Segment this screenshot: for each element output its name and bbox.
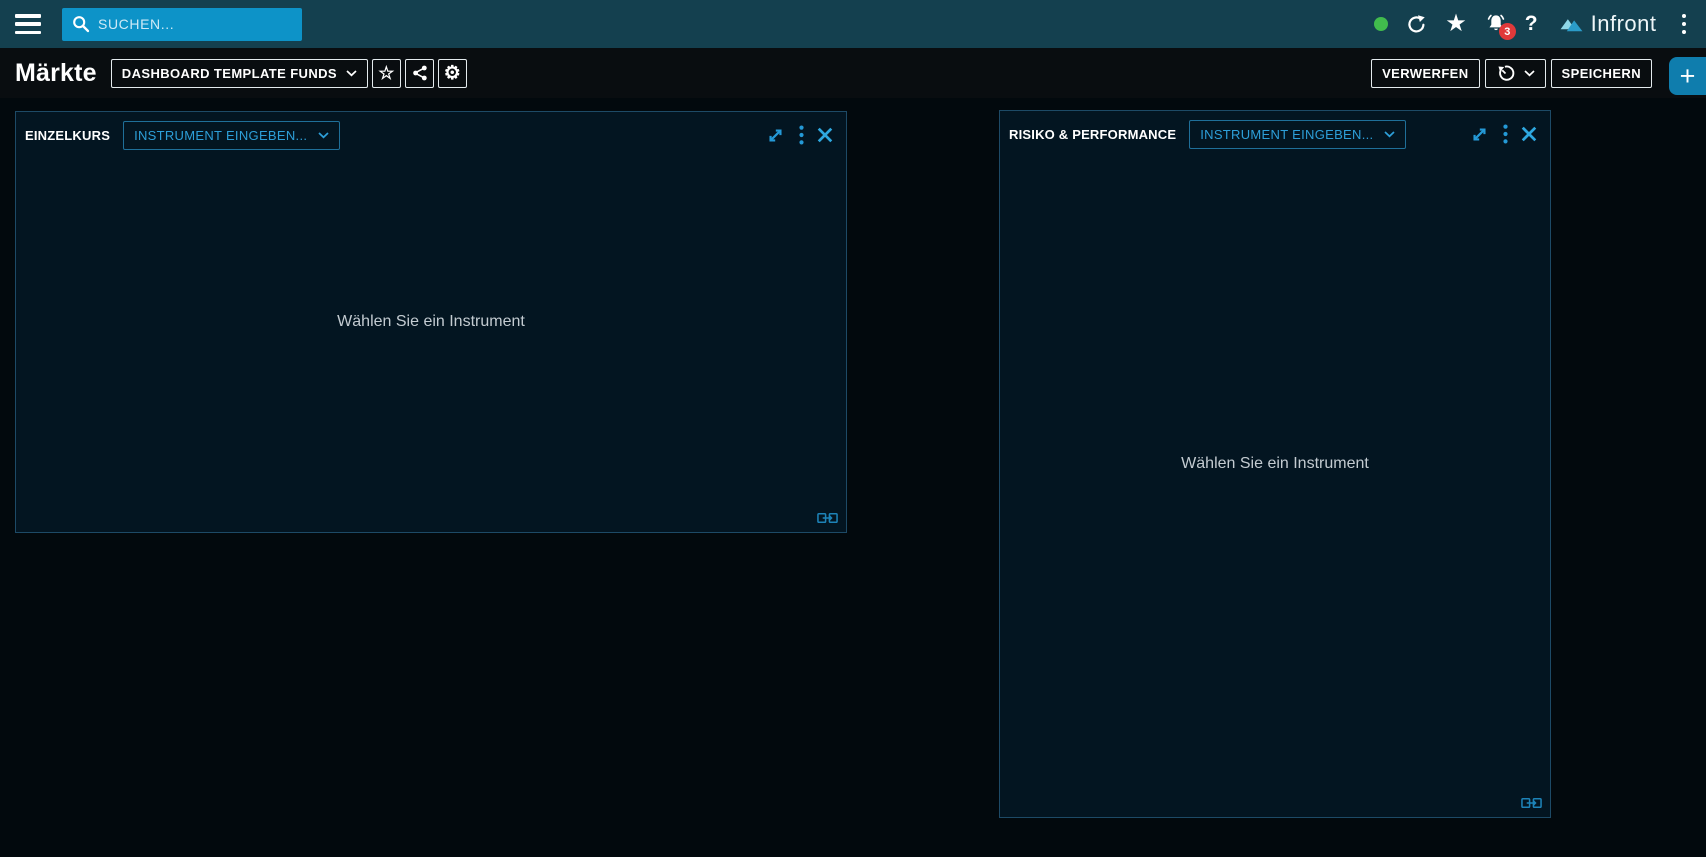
chevron-down-icon	[1524, 70, 1535, 77]
widget-einzelkurs: EINZELKURS INSTRUMENT EINGEBEN...	[15, 111, 847, 533]
widget-title: RISIKO & PERFORMANCE	[1009, 127, 1176, 142]
empty-state-message: Wählen Sie ein Instrument	[16, 112, 846, 532]
close-widget-icon[interactable]	[817, 127, 833, 143]
hamburger-menu-icon[interactable]	[15, 14, 41, 34]
share-icon	[411, 64, 429, 82]
overflow-menu-icon[interactable]	[1678, 12, 1691, 37]
search-input[interactable]	[98, 16, 292, 32]
connection-status-indicator	[1374, 17, 1388, 31]
link-channel-icon[interactable]	[1521, 796, 1542, 810]
widget-risiko-performance: RISIKO & PERFORMANCE INSTRUMENT EINGEBEN…	[999, 110, 1551, 818]
widget-menu-icon[interactable]	[1503, 124, 1508, 144]
notification-count-badge: 3	[1499, 23, 1516, 40]
star-outline-icon: ☆	[378, 64, 395, 82]
instrument-selector-label: INSTRUMENT EINGEBEN...	[134, 128, 307, 143]
dashboard-selector-label: DASHBOARD TEMPLATE FUNDS	[122, 66, 337, 81]
instrument-selector-label: INSTRUMENT EINGEBEN...	[1200, 127, 1373, 142]
search-box[interactable]	[62, 8, 302, 41]
expand-widget-icon[interactable]	[1469, 124, 1490, 145]
app-window: ★ 3 ? Infront	[0, 0, 1706, 857]
gear-icon: ⚙	[444, 64, 461, 83]
chevron-down-icon	[318, 132, 329, 139]
chevron-down-icon	[346, 70, 357, 77]
top-bar-icons: ★ 3 ? Infront	[1374, 11, 1690, 37]
link-channel-icon[interactable]	[817, 511, 838, 525]
search-icon	[72, 15, 90, 33]
discard-button-label: VERWERFEN	[1382, 66, 1468, 81]
discard-button[interactable]: VERWERFEN	[1371, 59, 1479, 88]
dashboard-selector[interactable]: DASHBOARD TEMPLATE FUNDS	[111, 59, 368, 88]
widget-title: EINZELKURS	[25, 128, 110, 143]
empty-state-message: Wählen Sie ein Instrument	[1000, 111, 1550, 817]
instrument-selector[interactable]: INSTRUMENT EINGEBEN...	[123, 121, 340, 150]
top-bar: ★ 3 ? Infront	[0, 0, 1706, 48]
share-dashboard-button[interactable]	[405, 59, 434, 88]
favorites-star-icon[interactable]: ★	[1445, 12, 1467, 36]
widget-header: RISIKO & PERFORMANCE INSTRUMENT EINGEBEN…	[1000, 119, 1550, 149]
dashboard-settings-button[interactable]: ⚙	[438, 59, 467, 88]
instrument-selector[interactable]: INSTRUMENT EINGEBEN...	[1189, 120, 1406, 149]
infront-logo: Infront	[1559, 11, 1657, 37]
refresh-icon[interactable]	[1405, 13, 1428, 36]
add-widget-button[interactable]: +	[1669, 57, 1706, 95]
chevron-down-icon	[1384, 131, 1395, 138]
page-title: Märkte	[15, 59, 97, 88]
restore-version-button[interactable]	[1485, 59, 1546, 88]
help-icon[interactable]: ?	[1525, 12, 1538, 36]
widget-header: EINZELKURS INSTRUMENT EINGEBEN...	[16, 120, 846, 150]
history-undo-icon	[1496, 64, 1515, 83]
save-button-label: SPEICHERN	[1562, 66, 1641, 81]
dashboard-toolbar: Märkte DASHBOARD TEMPLATE FUNDS ☆	[0, 48, 1706, 98]
expand-widget-icon[interactable]	[765, 125, 786, 146]
infront-logo-icon	[1559, 12, 1584, 37]
save-button[interactable]: SPEICHERN	[1551, 59, 1652, 88]
infront-logo-text: Infront	[1591, 11, 1657, 37]
close-widget-icon[interactable]	[1521, 126, 1537, 142]
notifications-bell-icon[interactable]: 3	[1484, 12, 1508, 36]
widget-menu-icon[interactable]	[799, 125, 804, 145]
favorite-dashboard-button[interactable]: ☆	[372, 59, 401, 88]
